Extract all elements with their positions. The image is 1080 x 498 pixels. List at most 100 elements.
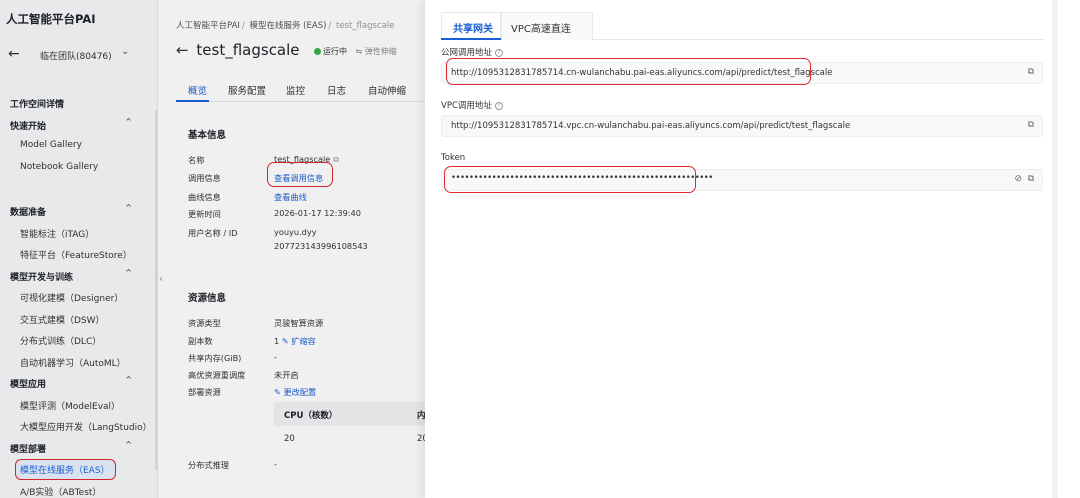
sidebar-item-label: 模型评测（ModelEval） [20,401,121,412]
copy-icon[interactable]: ⧉ [1028,174,1034,184]
sidebar-item[interactable]: 可视化建模（Designer） [0,286,158,308]
kv-label: 用户名称 / ID [188,228,238,238]
resource-type-value: 灵骏智算资源 [274,318,324,328]
service-tabs: 概览 服务配置 监控 日志 自动伸缩 [176,76,426,102]
sidebar-item[interactable]: 智能标注（iTAG） [0,222,158,244]
sidebar-item-label: 模型应用 [10,380,47,390]
chevron-down-icon[interactable]: ⌄ [121,46,129,57]
sidebar-item-label: 模型开发与训练 [10,272,74,283]
sidebar-section[interactable]: 快速开始 ⌃ [0,114,158,136]
sidebar-item-label: 模型部署 [10,444,47,455]
sidebar-section[interactable]: 模型开发与训练 ⌃ [0,265,158,287]
sidebar-section[interactable]: 模型应用 ⌃ [0,372,158,394]
tab-autoscaling[interactable]: 自动伸缩 [368,83,406,97]
token-label: Token [441,153,466,163]
change-config-label: 更改配置 [283,387,317,397]
sidebar-item-label: Notebook Gallery [20,161,99,172]
sidebar-item[interactable]: 交互式建模（DSW） [0,308,158,330]
tab-logs[interactable]: 日志 [327,83,346,97]
kv-label: 部署资源 [188,387,221,397]
tab-service-config[interactable]: 服务配置 [228,83,266,97]
sidebar-item[interactable]: 大模型应用开发（LangStudio） [0,415,158,437]
sidebar-item-label: 模型在线服务（EAS） [20,466,110,476]
user-id-value: 207723143996108543 [274,241,368,251]
kv-label: 高优资源重调度 [188,370,246,380]
main-content: 人工智能平台PAI / 模型在线服务 (EAS) / test_flagscale … [168,0,434,498]
breadcrumb-item: test_flagscale [335,21,395,31]
running-status-icon [314,48,321,55]
copy-icon[interactable]: ⧉ [1028,67,1034,77]
vpc-url-value: http://1095312831785714.vpc.cn-wulanchab… [451,121,851,131]
sidebar-item[interactable]: A/B实验（ABTest） [0,480,158,498]
shared-memory-value: - [274,352,277,362]
scale-link[interactable]: ✎ 扩缩容 [282,336,316,346]
tab-vpc-direct[interactable]: VPC高速直连 [511,20,571,35]
resource-table: CPU（核数） 内 20 20 [274,402,434,452]
chevron-up-icon[interactable]: ⌃ [124,267,133,280]
drawer-tabs: 共享网关 VPC高速直连 [441,12,1045,40]
breadcrumb-item[interactable]: 人工智能平台PAI [176,21,240,31]
table-cell: 20 [284,434,295,444]
sidebar-item[interactable]: Notebook Gallery [0,157,158,179]
back-arrow-icon[interactable]: ← [176,41,189,59]
sidebar-item[interactable]: Model Gallery [0,135,158,157]
sidebar-item-label: 特征平台（FeatureStore） [20,251,132,261]
replica-count-value: 1 ✎ 扩缩容 [274,335,316,347]
change-config-link[interactable]: ✎ 更改配置 [274,386,316,398]
highlight-box [444,166,696,193]
chevron-up-icon[interactable]: ⌃ [124,374,133,387]
sidebar-item[interactable]: 模型在线服务（EAS） [0,458,158,480]
distributed-value: - [274,459,277,469]
copy-icon[interactable]: ⧉ [1028,120,1034,130]
sidebar-item[interactable]: 分布式训练（DLC） [0,329,158,351]
page-header: ← test_flagscale [176,41,300,59]
view-curve-link[interactable]: 查看曲线 [274,191,307,203]
copy-icon[interactable]: ⧉ [333,155,339,164]
tab-overview[interactable]: 概览 [188,83,207,97]
kv-label: 资源类型 [188,318,221,328]
team-switcher[interactable]: ← 临在团队(80476) ⌄ [0,44,158,68]
chevron-up-icon[interactable]: ⌃ [124,202,133,215]
kv-label: 分布式推理 [188,460,229,470]
active-tab-indicator [176,100,209,102]
sidebar-item[interactable]: 模型评测（ModelEval） [0,394,158,416]
public-url-label: 公网调用地址? [441,46,504,58]
kv-label: 共享内存(GiB) [188,353,242,363]
kv-label: 名称 [188,155,205,165]
active-tab-indicator [441,38,501,40]
vpc-url-field[interactable]: http://1095312831785714.vpc.cn-wulanchab… [441,115,1043,137]
page-title: test_flagscale [196,41,300,59]
eye-hidden-icon[interactable]: ⊘ [1014,174,1022,184]
sidebar-item-label: Model Gallery [20,140,82,150]
tab-shared-gateway[interactable]: 共享网关 [453,20,493,35]
sidebar-section[interactable]: 模型部署 ⌃ [0,437,158,459]
sidebar-item[interactable]: 自动机器学习（AutoML） [0,351,158,373]
chevron-up-icon[interactable]: ⌃ [124,116,133,129]
sidebar-item-label: 分布式训练（DLC） [20,337,102,347]
public-url-label-text: 公网调用地址 [441,48,493,58]
resource-info-title: 资源信息 [188,293,227,304]
status-badge: 运行中 ⇋ 弹性伸缩 [314,46,397,57]
kv-label: 更新时间 [188,209,221,219]
drawer-scrollbar[interactable] [1052,0,1058,498]
vpc-url-label: VPC调用地址? [441,99,503,111]
sidebar-section[interactable]: 工作空间详情 [0,92,158,114]
tab-monitor[interactable]: 监控 [286,83,305,97]
help-icon[interactable]: ? [494,101,503,110]
username-value: youyu.dyy [274,227,317,237]
breadcrumb-item[interactable]: 模型在线服务 (EAS) [249,21,326,31]
chevron-up-icon[interactable]: ⌃ [124,439,133,452]
sidebar-item-label: 快速开始 [10,121,47,132]
kv-label: 副本数 [188,336,213,346]
collapse-sidebar-icon[interactable]: ‹ [159,272,163,285]
table-header-cell: CPU（核数） [284,411,338,421]
sidebar-scrollbar[interactable] [155,110,158,470]
kv-label: 调用信息 [188,173,221,183]
help-icon[interactable]: ? [495,48,504,57]
reschedule-value: 未开启 [274,370,299,380]
update-time-value: 2026-01-17 12:39:40 [274,208,361,218]
sidebar-section[interactable]: 数据准备 ⌃ [0,200,158,222]
vpc-url-label-text: VPC调用地址 [441,101,492,111]
sidebar-item[interactable]: 特征平台（FeatureStore） [0,243,158,265]
back-arrow-icon[interactable]: ← [8,46,20,62]
